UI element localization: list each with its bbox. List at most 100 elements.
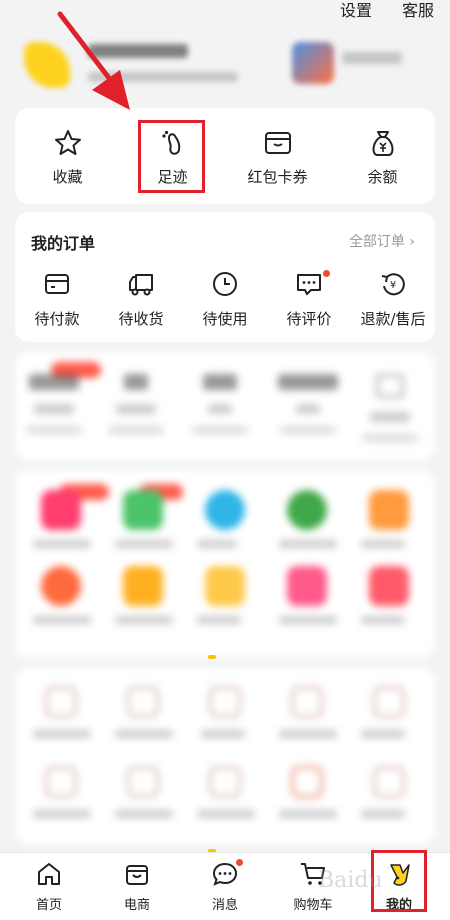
tool-icon[interactable] bbox=[45, 766, 77, 798]
username-blurred bbox=[88, 44, 188, 58]
app-label bbox=[33, 616, 91, 624]
customer-service-link[interactable]: 客服 bbox=[402, 0, 434, 24]
app-label bbox=[361, 540, 405, 548]
pending-review-button[interactable]: 待评价 bbox=[267, 270, 351, 340]
message-notification-dot bbox=[236, 859, 243, 866]
app-icon[interactable] bbox=[287, 490, 327, 530]
tool-label bbox=[279, 810, 337, 818]
coupons-label: 红包卡券 bbox=[247, 168, 308, 186]
top-links: 设置 客服 bbox=[340, 0, 434, 24]
apps-page-indicator bbox=[208, 644, 242, 678]
tool-icon[interactable] bbox=[209, 686, 241, 718]
tool-label bbox=[361, 730, 405, 738]
comment-icon bbox=[297, 274, 321, 295]
tool-label bbox=[33, 810, 91, 818]
stats-card-blurred bbox=[15, 352, 435, 460]
watermark: Baidu bbox=[318, 868, 383, 893]
app-label bbox=[197, 540, 237, 548]
favorites-button[interactable]: 收藏 bbox=[15, 108, 120, 204]
tool-icon[interactable] bbox=[373, 766, 405, 798]
pending-payment-button[interactable]: 待付款 bbox=[15, 270, 99, 340]
pending-receipt-label: 待收货 bbox=[118, 310, 164, 328]
tool-icon[interactable] bbox=[45, 686, 77, 718]
app-icon[interactable] bbox=[369, 490, 409, 530]
apps-card-blurred bbox=[15, 470, 435, 658]
app-icon[interactable] bbox=[123, 566, 163, 606]
tool-label bbox=[115, 730, 173, 738]
app-icon[interactable] bbox=[41, 490, 81, 530]
tool-icon[interactable] bbox=[373, 686, 405, 718]
app-icon[interactable] bbox=[205, 490, 245, 530]
balance-button[interactable]: 余额 bbox=[330, 108, 435, 204]
app-icon[interactable] bbox=[205, 566, 245, 606]
quick-actions-card: 收藏 足迹 红包卡券 余额 bbox=[15, 108, 435, 204]
pending-use-label: 待使用 bbox=[202, 310, 248, 328]
message-icon bbox=[212, 862, 238, 886]
pending-review-label: 待评价 bbox=[286, 310, 332, 328]
app-icon[interactable] bbox=[123, 490, 163, 530]
stat-item[interactable] bbox=[101, 374, 171, 434]
tool-icon[interactable] bbox=[127, 686, 159, 718]
footprint-highlight-box bbox=[138, 120, 205, 193]
app-label bbox=[33, 540, 91, 548]
review-notification-dot bbox=[323, 270, 330, 277]
tool-label bbox=[33, 730, 91, 738]
refund-icon: ¥ bbox=[381, 273, 405, 296]
app-icon[interactable] bbox=[287, 566, 327, 606]
stat-item[interactable] bbox=[19, 374, 89, 434]
clock-icon bbox=[213, 272, 237, 296]
tool-icon[interactable] bbox=[209, 766, 241, 798]
all-orders-link[interactable]: 全部订单 › bbox=[349, 231, 415, 251]
tool-label bbox=[197, 810, 255, 818]
tab-messages-label: 消息 bbox=[211, 898, 238, 913]
tool-icon[interactable] bbox=[127, 766, 159, 798]
shop-bag-icon bbox=[126, 865, 148, 885]
tool-label bbox=[201, 730, 245, 738]
tab-home-label: 首页 bbox=[35, 898, 62, 913]
card-icon bbox=[45, 274, 69, 294]
settings-link[interactable]: 设置 bbox=[340, 0, 372, 24]
refund-label: 退款/售后 bbox=[360, 310, 426, 328]
pending-use-button[interactable]: 待使用 bbox=[183, 270, 267, 340]
coupons-button[interactable]: 红包卡券 bbox=[225, 108, 330, 204]
profile-header[interactable] bbox=[0, 34, 450, 104]
app-label bbox=[279, 616, 337, 624]
tab-shop[interactable]: 电商 bbox=[92, 859, 182, 915]
shop-icon[interactable] bbox=[292, 42, 334, 84]
orders-card: 我的订单 全部订单 › 待付款 待收货 待使用 待评价 ¥ 退款/售后 bbox=[15, 212, 435, 342]
tools-card-blurred bbox=[15, 668, 435, 844]
stat-item[interactable] bbox=[355, 374, 425, 442]
tool-label bbox=[115, 810, 173, 818]
avatar[interactable] bbox=[24, 42, 70, 88]
home-icon bbox=[38, 863, 60, 885]
balance-label: 余额 bbox=[367, 168, 398, 186]
favorites-label: 收藏 bbox=[52, 168, 83, 186]
tools-page-indicator bbox=[208, 838, 242, 853]
tab-cart-label: 购物车 bbox=[293, 898, 333, 913]
orders-title: 我的订单 bbox=[31, 234, 96, 253]
star-icon bbox=[54, 130, 81, 155]
stat-item[interactable] bbox=[185, 374, 255, 434]
app-label bbox=[361, 616, 405, 624]
tab-home[interactable]: 首页 bbox=[4, 859, 94, 915]
tool-label bbox=[279, 730, 337, 738]
user-info-blurred bbox=[88, 72, 238, 82]
tab-shop-label: 电商 bbox=[123, 898, 150, 913]
tool-icon[interactable] bbox=[291, 686, 323, 718]
app-label bbox=[115, 616, 173, 624]
pending-receipt-button[interactable]: 待收货 bbox=[99, 270, 183, 340]
tab-messages[interactable]: 消息 bbox=[180, 859, 270, 915]
shop-label-blurred bbox=[342, 52, 402, 64]
app-icon[interactable] bbox=[369, 566, 409, 606]
app-label bbox=[115, 540, 173, 548]
wallet-icon bbox=[264, 132, 291, 154]
tool-label bbox=[361, 810, 405, 818]
app-icon[interactable] bbox=[41, 566, 81, 606]
svg-text:¥: ¥ bbox=[390, 280, 396, 291]
refund-button[interactable]: ¥ 退款/售后 bbox=[351, 270, 435, 340]
stat-item[interactable] bbox=[273, 374, 343, 434]
truck-icon bbox=[129, 274, 153, 296]
app-label bbox=[279, 540, 337, 548]
app-label bbox=[197, 616, 241, 624]
tool-icon[interactable] bbox=[291, 766, 323, 798]
